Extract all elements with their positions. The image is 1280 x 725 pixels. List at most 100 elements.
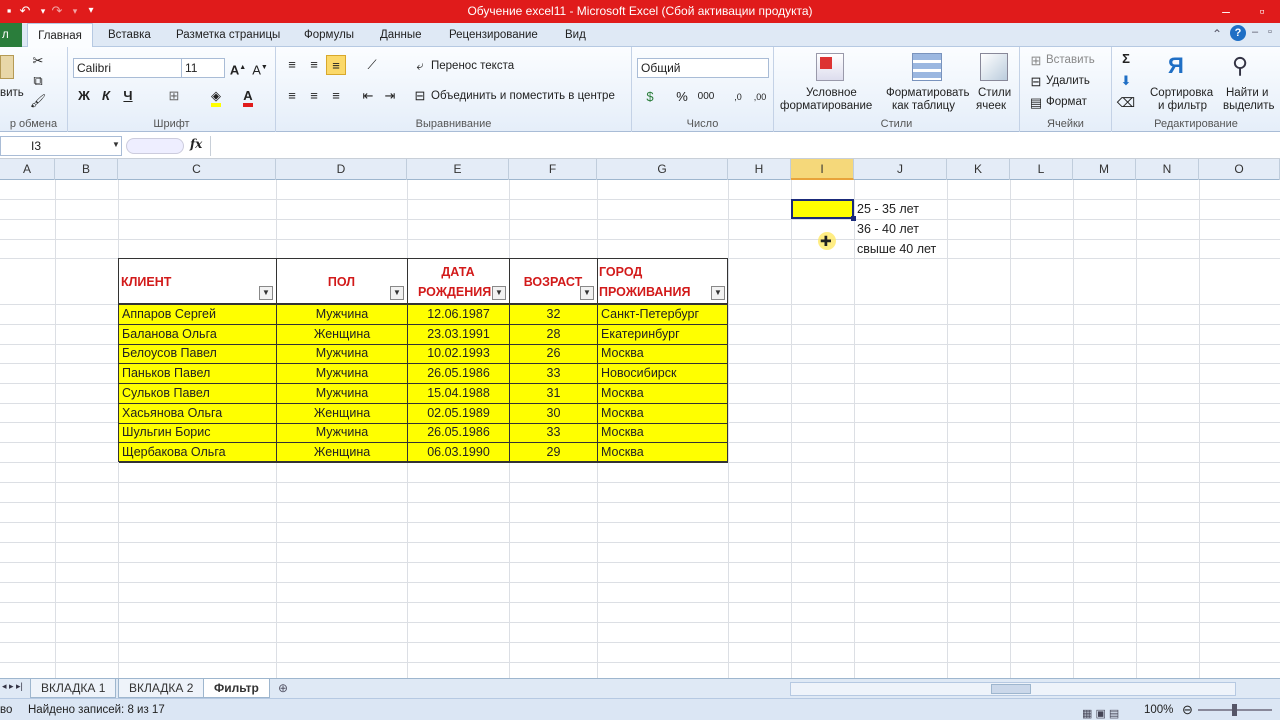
cell-city[interactable]: Москва — [597, 344, 728, 364]
format-as-table-label-1[interactable]: Форматировать — [886, 87, 969, 99]
delete-cells-icon[interactable]: ⊟ — [1026, 72, 1046, 92]
merge-icon[interactable]: ⊟ — [410, 86, 430, 106]
col-B[interactable]: B — [55, 159, 118, 180]
font-color-icon[interactable]: A — [238, 86, 258, 107]
conditional-format-label-2[interactable]: форматирование — [780, 100, 872, 112]
paste-icon[interactable] — [0, 55, 14, 79]
cell-client[interactable]: Баланова Ольга — [119, 325, 276, 344]
name-box-dropdown-icon[interactable]: ▼ — [112, 140, 120, 149]
cell-birthdate[interactable]: 26.05.1986 — [407, 364, 509, 384]
bold-icon[interactable]: Ж — [74, 86, 94, 106]
sheet-tab-2[interactable]: ВКЛАДКА 2 — [118, 679, 205, 698]
decrease-font-icon[interactable]: A▼ — [250, 58, 270, 78]
sheet-tab-1[interactable]: ВКЛАДКА 1 — [30, 679, 117, 698]
find-select-label-1[interactable]: Найти и — [1226, 87, 1268, 99]
view-buttons[interactable]: ▦ ▣ ▤ — [1082, 703, 1119, 725]
undo-icon[interactable]: ↶ — [16, 2, 34, 20]
align-middle-icon[interactable]: ≡ — [304, 55, 324, 75]
cell-city[interactable]: Москва — [597, 383, 728, 403]
legend-item[interactable]: 25 - 35 лет — [854, 200, 922, 219]
cell-gender[interactable]: Мужчина — [276, 344, 407, 364]
cell-birthdate[interactable]: 23.03.1991 — [407, 324, 509, 344]
window-restore-icon[interactable]: ▫ — [1268, 26, 1272, 38]
tab-file[interactable]: л — [0, 23, 22, 47]
cell-gender[interactable]: Женщина — [276, 442, 407, 462]
conditional-format-label-1[interactable]: Условное — [806, 87, 857, 99]
cell-birthdate[interactable]: 06.03.1990 — [407, 442, 509, 462]
tab-formulas[interactable]: Формулы — [292, 23, 366, 47]
legend-item[interactable]: свыше 40 лет — [854, 240, 939, 259]
filter-dropdown-birthdate[interactable]: ▼ — [492, 286, 506, 300]
customize-qat-icon[interactable]: ▾ — [82, 2, 100, 20]
insert-cells-button[interactable]: Вставить — [1046, 54, 1095, 66]
col-N[interactable]: N — [1136, 159, 1199, 180]
col-O[interactable]: O — [1199, 159, 1280, 180]
find-select-label-2[interactable]: выделить — [1223, 100, 1275, 112]
insert-cells-icon[interactable]: ⊞ — [1026, 51, 1046, 71]
cell-age[interactable]: 29 — [509, 442, 597, 462]
col-A[interactable]: A — [0, 159, 55, 180]
tab-view[interactable]: Вид — [553, 23, 598, 47]
col-C[interactable]: C — [118, 159, 276, 180]
filter-dropdown-city[interactable]: ▼ — [711, 286, 725, 300]
increase-indent-icon[interactable]: ⇥ — [380, 86, 400, 106]
fill-icon[interactable]: ⬇ — [1116, 71, 1136, 91]
cell-age[interactable]: 28 — [509, 324, 597, 344]
zoom-slider-thumb[interactable] — [1232, 704, 1237, 716]
align-top-icon[interactable]: ≡ — [282, 55, 302, 75]
cell-client[interactable]: Щербакова Ольга — [119, 443, 276, 462]
zoom-level[interactable]: 100% — [1144, 699, 1173, 721]
new-sheet-icon[interactable]: ⊕ — [278, 681, 288, 695]
find-select-icon[interactable]: ⚲ — [1232, 53, 1248, 79]
col-K[interactable]: K — [947, 159, 1010, 180]
cell-city[interactable]: Екатеринбург — [597, 324, 728, 344]
conditional-format-icon[interactable] — [816, 53, 844, 81]
increase-decimal-icon[interactable]: ,0 — [728, 87, 748, 107]
tab-data[interactable]: Данные — [368, 23, 434, 47]
paste-label[interactable]: вить — [0, 87, 24, 99]
col-I[interactable]: I — [791, 159, 854, 180]
format-as-table-label-2[interactable]: как таблицу — [892, 100, 955, 112]
redo-icon[interactable]: ↷ — [48, 2, 66, 20]
cell-gender[interactable]: Мужчина — [276, 305, 407, 324]
sort-filter-icon[interactable]: Я — [1168, 53, 1184, 79]
cell-birthdate[interactable]: 02.05.1989 — [407, 403, 509, 423]
underline-icon[interactable]: Ч — [118, 86, 138, 106]
sheet-tab-filter[interactable]: Фильтр — [203, 679, 270, 698]
cell-gender[interactable]: Мужчина — [276, 364, 407, 384]
formula-input[interactable] — [210, 136, 1280, 156]
filter-dropdown-gender[interactable]: ▼ — [390, 286, 404, 300]
clear-icon[interactable]: ⌫ — [1116, 93, 1136, 113]
cell-city[interactable]: Москва — [597, 442, 728, 462]
col-J[interactable]: J — [854, 159, 947, 180]
align-bottom-icon[interactable]: ≡ — [326, 55, 346, 75]
sort-filter-label-1[interactable]: Сортировка — [1150, 87, 1213, 99]
align-right-icon[interactable]: ≡ — [326, 86, 346, 106]
cell-client[interactable]: Паньков Павел — [119, 364, 276, 383]
orientation-icon[interactable]: ⟋ — [362, 55, 382, 75]
merge-center-button[interactable]: Объединить и поместить в центре — [431, 90, 615, 102]
number-format-select[interactable]: Общий — [637, 58, 769, 78]
filter-active-age-icon[interactable]: ▼ — [580, 286, 594, 300]
cell-birthdate[interactable]: 26.05.1986 — [407, 423, 509, 443]
delete-cells-button[interactable]: Удалить — [1046, 75, 1090, 87]
insert-function-icon[interactable]: fx — [190, 137, 202, 151]
col-H[interactable]: H — [728, 159, 791, 180]
cell-age[interactable]: 33 — [509, 364, 597, 384]
format-cells-button[interactable]: Формат — [1046, 96, 1087, 108]
cell-styles-icon[interactable] — [980, 53, 1008, 81]
wrap-text-icon[interactable]: ⤶ — [410, 56, 430, 76]
format-painter-icon[interactable]: 🖌 — [28, 91, 48, 111]
sheet-nav-icon[interactable]: ◂ ▸ ▸| — [2, 681, 23, 692]
currency-icon[interactable]: $ — [640, 87, 660, 107]
borders-icon[interactable]: ⊞ — [164, 86, 184, 106]
ribbon-minimize-icon[interactable]: ⌃ — [1212, 27, 1222, 41]
cell-age[interactable]: 31 — [509, 383, 597, 403]
tab-home[interactable]: Главная — [27, 23, 93, 48]
cell-age[interactable]: 30 — [509, 403, 597, 423]
decrease-decimal-icon[interactable]: ,00 — [750, 87, 770, 107]
align-left-icon[interactable]: ≡ — [282, 86, 302, 106]
col-F[interactable]: F — [509, 159, 597, 180]
maximize-icon[interactable]: ▫ — [1244, 0, 1280, 23]
wrap-text-button[interactable]: Перенос текста — [431, 60, 514, 72]
